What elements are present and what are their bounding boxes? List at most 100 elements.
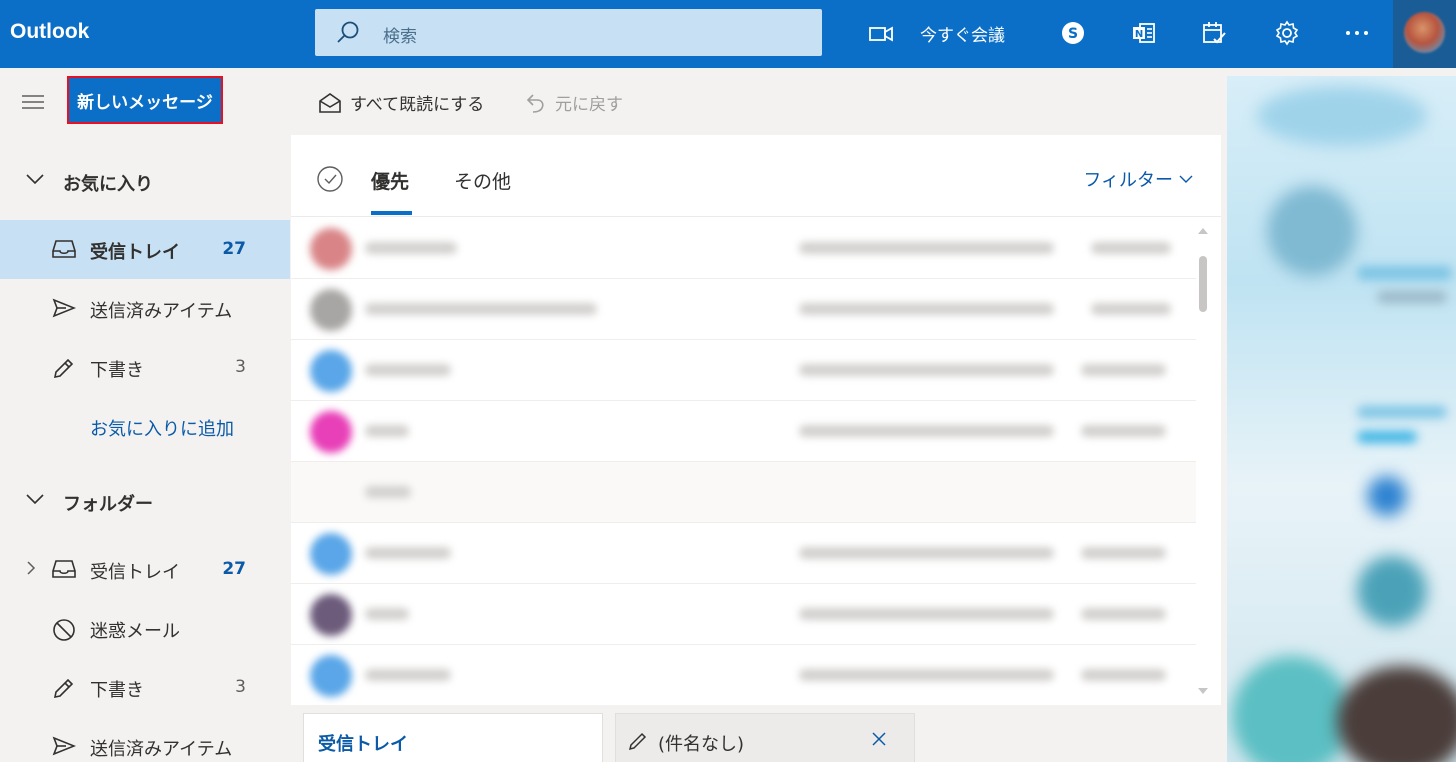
sender-name-blurred (365, 669, 451, 681)
mark-all-read-button[interactable]: すべて既読にする (318, 90, 484, 115)
nav-item-label: 送信済みアイテム (90, 739, 233, 760)
hamburger-menu-icon[interactable] (22, 95, 44, 109)
message-list-scrollbar[interactable] (1193, 218, 1211, 705)
sender-name-blurred (365, 242, 457, 254)
ad-image-blurred (1232, 656, 1352, 762)
block-icon (53, 619, 75, 641)
ad-logo-blurred (1257, 86, 1427, 146)
message-row[interactable] (291, 523, 1196, 584)
send-icon (52, 736, 76, 756)
favorites-title: お気に入り (63, 174, 153, 195)
close-icon[interactable] (871, 731, 887, 747)
new-message-button[interactable]: 新しいメッセージ (67, 76, 223, 124)
folders-section-header[interactable]: フォルダー (0, 477, 290, 525)
folder-item-junk[interactable]: 迷惑メール (0, 599, 290, 658)
video-camera-icon[interactable] (868, 24, 894, 44)
folder-item-sent[interactable]: 送信済みアイテム (0, 717, 290, 762)
message-row[interactable] (291, 645, 1196, 705)
subject-blurred (799, 425, 1054, 437)
nav-item-label: 受信トレイ (90, 242, 180, 263)
date-blurred (1081, 364, 1166, 376)
filter-button[interactable]: フィルター (1083, 166, 1193, 192)
favorites-item-sent[interactable]: 送信済みアイテム (0, 279, 290, 338)
folder-item-drafts[interactable]: 下書き 3 (0, 658, 290, 717)
chevron-right-icon[interactable] (26, 560, 36, 576)
meet-now-button[interactable]: 今すぐ会議 (920, 21, 1005, 46)
subject-blurred (799, 547, 1054, 559)
subject-blurred (799, 242, 1054, 254)
pencil-icon (53, 358, 74, 379)
message-row[interactable] (291, 279, 1196, 340)
message-group-header (291, 462, 1196, 523)
message-row[interactable] (291, 340, 1196, 401)
avatar-image (1404, 12, 1445, 53)
inbox-bottom-tab[interactable]: 受信トレイ (303, 713, 603, 762)
group-label-blurred (365, 486, 411, 498)
ad-text-blurred (1357, 406, 1447, 418)
onenote-icon[interactable]: N (1131, 20, 1157, 46)
sender-name-blurred (365, 303, 597, 315)
gear-icon[interactable] (1274, 20, 1300, 46)
search-input[interactable]: 検索 (383, 22, 417, 47)
draft-bottom-tab[interactable]: (件名なし) (615, 713, 915, 762)
date-blurred (1091, 303, 1171, 315)
mark-all-read-label: すべて既読にする (350, 95, 485, 115)
sender-avatar (310, 594, 352, 636)
subject-blurred (799, 303, 1054, 315)
message-list-pane: 優先 その他 フィルター (291, 135, 1221, 705)
sender-avatar (310, 350, 352, 392)
top-bar: Outlook 検索 今すぐ会議 S N (0, 0, 1456, 68)
app-title[interactable]: Outlook (10, 20, 89, 44)
select-all-checkbox-icon[interactable] (317, 166, 343, 192)
undo-label: 元に戻す (555, 95, 623, 115)
favorites-section-header[interactable]: お気に入り (0, 157, 290, 205)
sender-name-blurred (365, 608, 409, 620)
date-blurred (1081, 425, 1166, 437)
chevron-down-icon (26, 494, 44, 505)
ad-image-blurred (1267, 186, 1357, 276)
pencil-icon (628, 732, 647, 751)
more-options-icon[interactable] (1345, 30, 1369, 36)
undo-button[interactable]: 元に戻す (525, 90, 623, 115)
search-box[interactable]: 検索 (315, 9, 822, 56)
chevron-down-icon (1179, 175, 1193, 183)
folder-item-inbox[interactable]: 受信トレイ 27 (0, 540, 290, 599)
favorites-item-inbox[interactable]: 受信トレイ 27 (0, 220, 290, 279)
left-nav: 新しいメッセージ お気に入り 受信トレイ 27 送信済みアイテム 下書き 3 お… (0, 68, 290, 762)
active-tab-indicator (371, 211, 412, 215)
inbox-icon (52, 240, 76, 258)
advertisement-pane[interactable] (1227, 76, 1456, 762)
unread-count: 27 (222, 239, 246, 259)
inbox-tab-label: 受信トレイ (318, 734, 408, 755)
ad-image-blurred (1357, 556, 1427, 626)
svg-text:S: S (1068, 26, 1078, 42)
sender-avatar (310, 228, 352, 270)
sender-name-blurred (365, 425, 409, 437)
scrollbar-thumb[interactable] (1199, 256, 1207, 312)
sender-avatar (310, 655, 352, 697)
calendar-check-icon[interactable] (1201, 20, 1227, 46)
skype-icon[interactable]: S (1061, 21, 1085, 45)
scroll-up-arrow-icon[interactable] (1198, 228, 1208, 234)
message-row[interactable] (291, 218, 1196, 279)
message-row[interactable] (291, 401, 1196, 462)
date-blurred (1081, 608, 1166, 620)
ad-text-blurred (1357, 266, 1452, 280)
undo-icon (526, 93, 544, 113)
account-avatar[interactable] (1393, 0, 1456, 68)
message-rows (291, 218, 1196, 705)
tab-focused[interactable]: 優先 (371, 167, 409, 194)
favorites-item-drafts[interactable]: 下書き 3 (0, 338, 290, 397)
date-blurred (1081, 669, 1166, 681)
ad-image-blurred (1337, 666, 1456, 762)
sender-avatar (310, 289, 352, 331)
sender-name-blurred (365, 547, 451, 559)
message-row[interactable] (291, 584, 1196, 645)
scroll-down-arrow-icon[interactable] (1198, 688, 1208, 694)
ad-image-blurred (1367, 476, 1407, 516)
add-favorite-link[interactable]: お気に入りに追加 (90, 415, 234, 441)
tab-other[interactable]: その他 (454, 167, 511, 194)
svg-text:N: N (1135, 29, 1143, 40)
nav-item-label: 下書き (90, 680, 144, 701)
subject-blurred (799, 669, 1054, 681)
